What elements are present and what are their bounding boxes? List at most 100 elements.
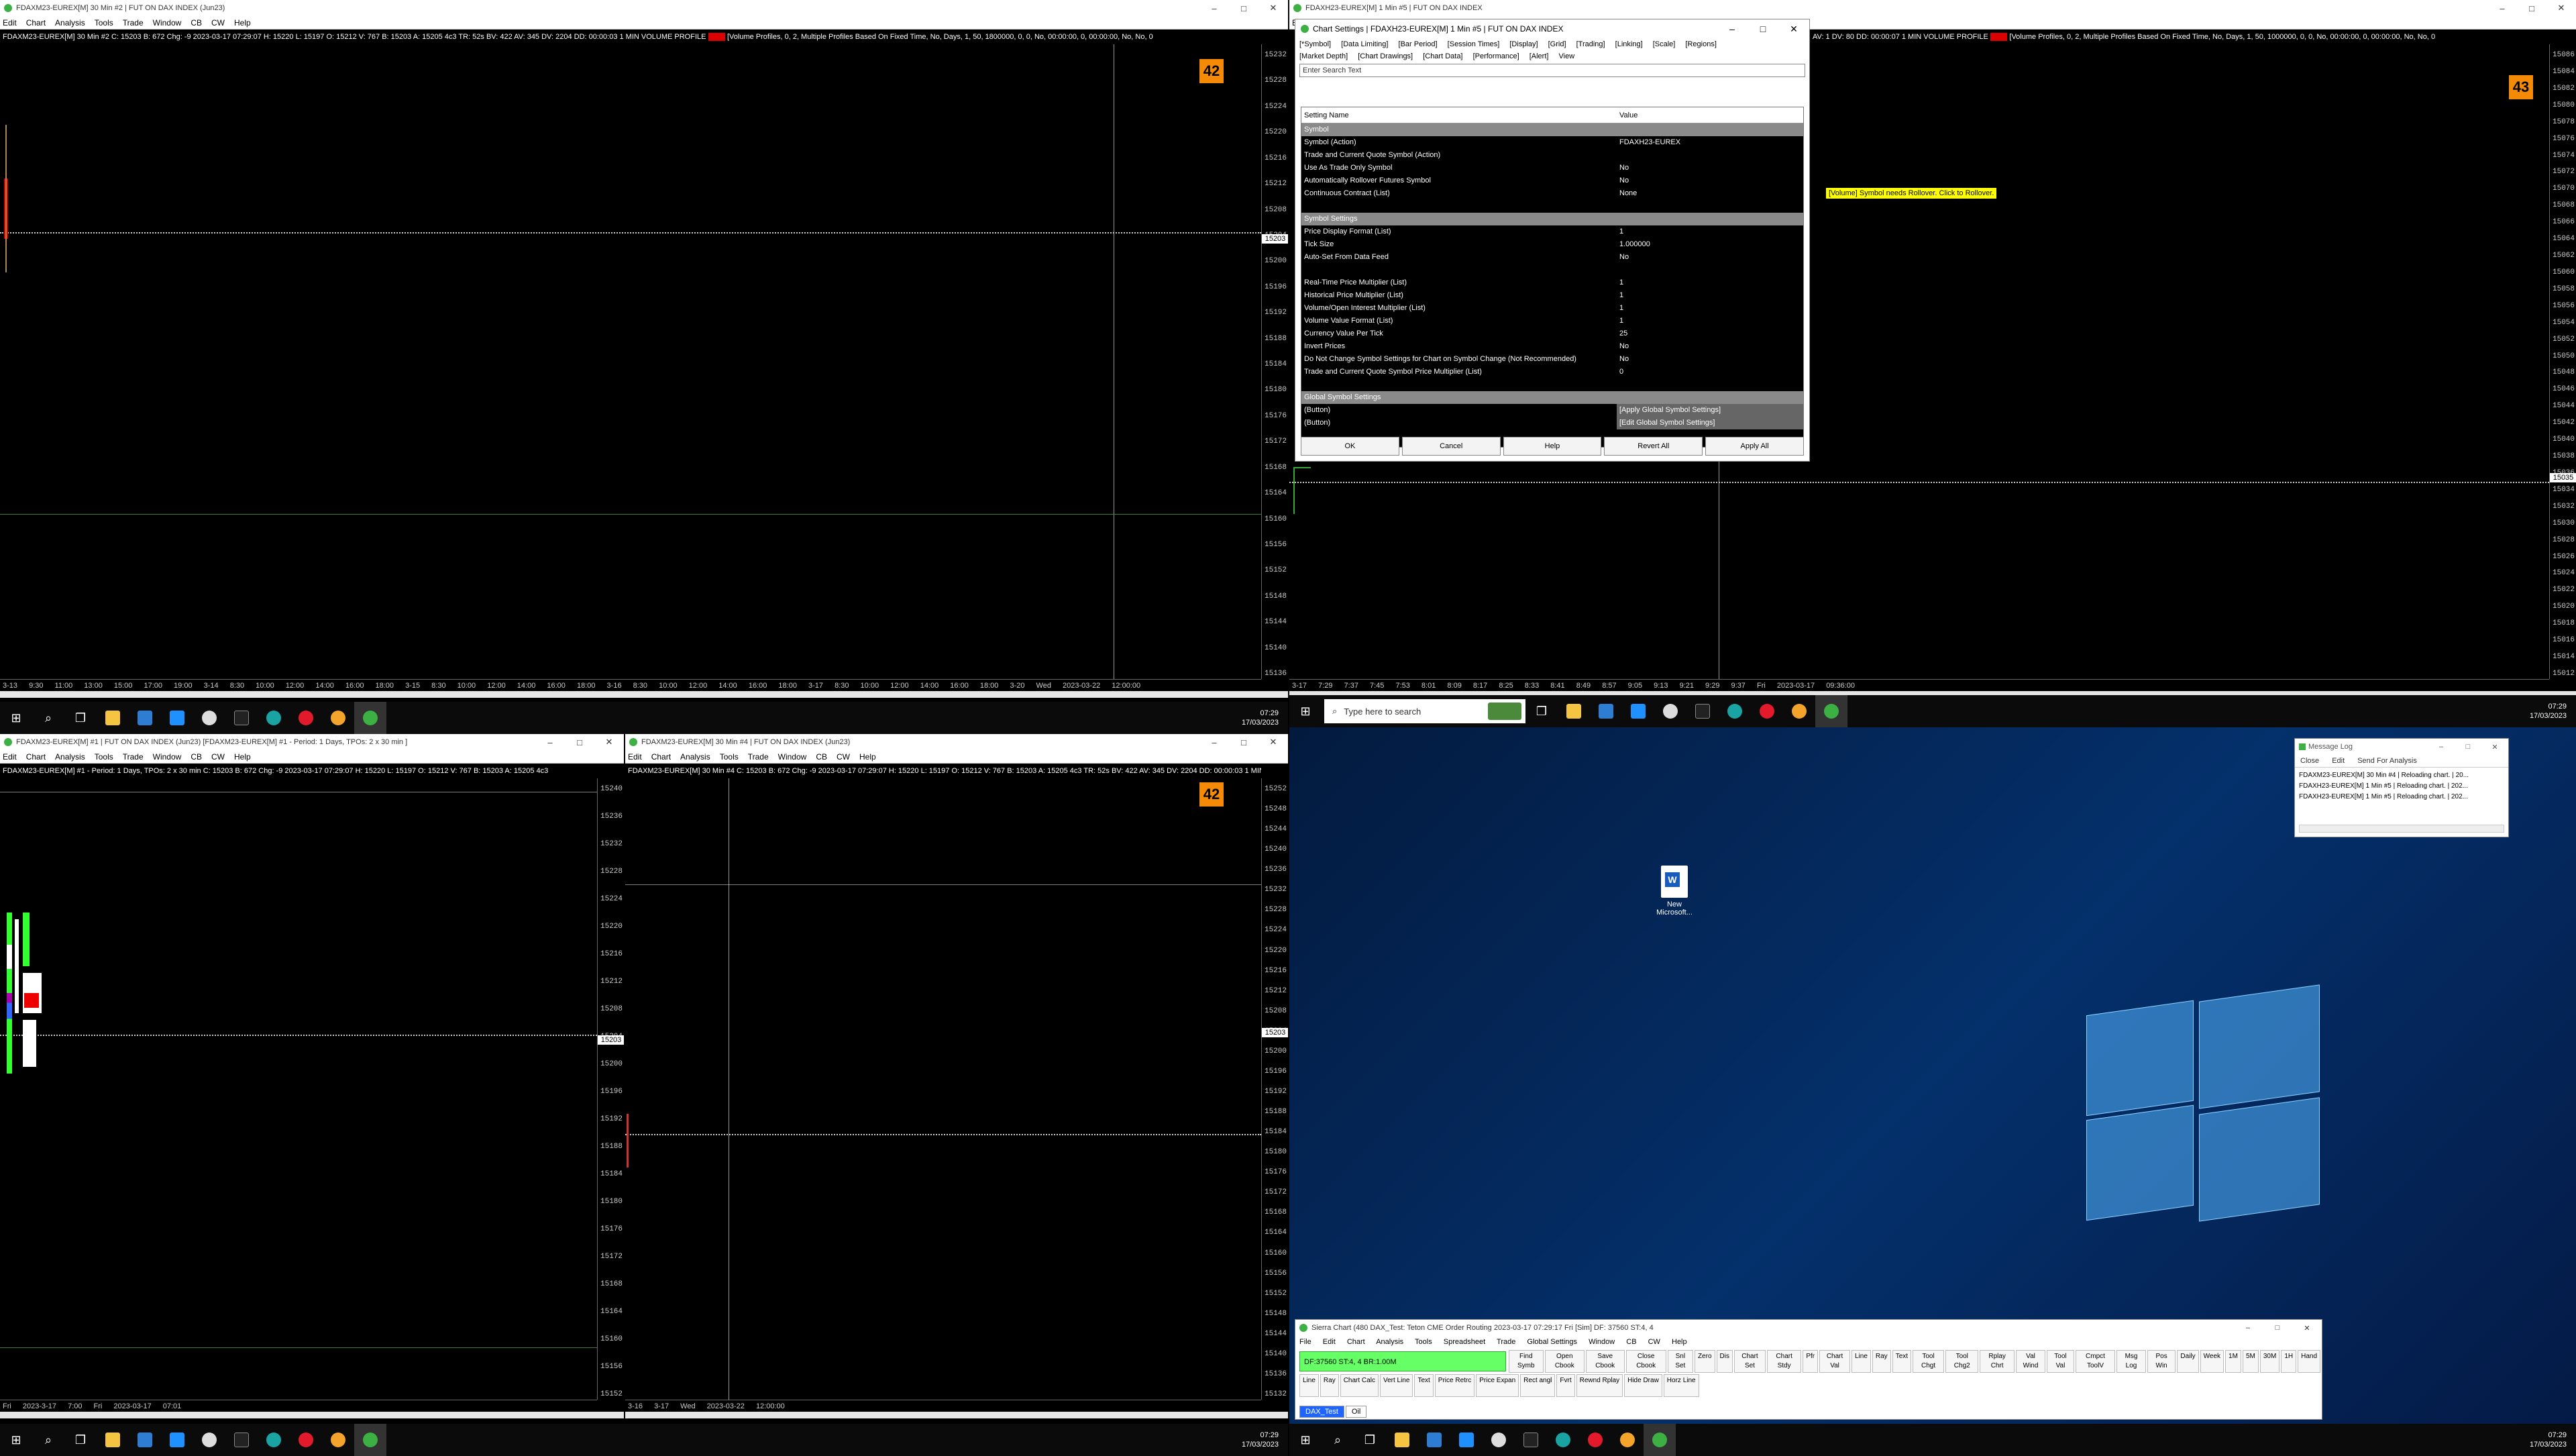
setting-value[interactable]: 1 (1617, 276, 1803, 289)
toolbar-button[interactable]: Snl Set (1667, 1350, 1693, 1373)
toolbar-button[interactable]: Tool Chg2 (1945, 1350, 1979, 1373)
close-icon[interactable]: ✕ (2292, 1324, 2322, 1333)
close-icon[interactable]: ✕ (1258, 3, 1288, 13)
minimize-icon[interactable]: – (2233, 1324, 2263, 1332)
store-icon[interactable] (1590, 695, 1622, 727)
app-icon[interactable] (1783, 695, 1815, 727)
setting-value[interactable] (1617, 378, 1803, 391)
close-icon[interactable]: ✕ (1778, 23, 1809, 35)
file-explorer-icon[interactable] (1558, 695, 1590, 727)
tab-alert[interactable]: [Alert] (1529, 52, 1549, 60)
menu-trade[interactable]: Trade (123, 18, 144, 28)
cancel-button[interactable]: Cancel (1401, 437, 1501, 456)
setting-value[interactable]: 25 (1617, 327, 1803, 340)
sierra-chart-icon[interactable] (354, 702, 386, 734)
setting-value[interactable]: No (1617, 174, 1803, 187)
setting-value[interactable]: [Apply Global Symbol Settings] (1617, 404, 1803, 417)
price-axis[interactable]: 15240 15236 15232 15228 15224 15220 15216 15212… (597, 778, 624, 1400)
app-icon[interactable] (193, 1424, 225, 1456)
app-icon[interactable] (1654, 695, 1686, 727)
setting-value[interactable]: No (1617, 162, 1803, 174)
settings-row[interactable]: Trade and Current Quote Symbol Price Mul… (1301, 366, 1803, 378)
minimize-icon[interactable]: – (1199, 3, 1229, 13)
setting-value[interactable]: 1 (1617, 302, 1803, 315)
setting-value[interactable]: 1 (1617, 225, 1803, 238)
toolbar-button[interactable]: Horz Line (1663, 1374, 1699, 1397)
toolbar-button[interactable]: Tool Chgt (1913, 1350, 1945, 1373)
task-view-icon[interactable]: ❐ (1525, 695, 1558, 727)
menu-analysis[interactable]: Analysis (680, 752, 710, 762)
opera-icon[interactable] (1579, 1424, 1611, 1456)
desktop-word-document[interactable]: New Microsoft... (1656, 866, 1693, 917)
mail-icon[interactable] (161, 702, 193, 734)
task-view-icon[interactable]: ❐ (64, 702, 97, 734)
menu-edit[interactable]: Edit (1323, 1338, 1336, 1346)
settings-row[interactable]: Continuous Contract (List) None (1301, 187, 1803, 200)
setting-value[interactable] (1617, 391, 1803, 404)
close-icon[interactable]: ✕ (2481, 743, 2508, 751)
menu-send-for-analysis[interactable]: Send For Analysis (2357, 757, 2417, 765)
tab-session-times[interactable]: [Session Times] (1448, 40, 1500, 48)
edge-icon[interactable] (258, 1424, 290, 1456)
windows-start-icon[interactable]: ⊞ (1289, 695, 1322, 727)
price-axis[interactable]: 15252 15248 15244 15240 15236 15232 15228 15224… (1261, 778, 1288, 1400)
price-axis[interactable]: 15086 15084 15082 15080 15078 15076 15074 15072… (2549, 44, 2576, 679)
horizontal-scrollbar[interactable] (625, 1412, 1288, 1418)
store-icon[interactable] (129, 1424, 161, 1456)
menu-help[interactable]: Help (859, 752, 876, 762)
tradingview-icon[interactable] (1515, 1424, 1547, 1456)
close-icon[interactable]: ✕ (2546, 3, 2576, 13)
settings-row[interactable]: Historical Price Multiplier (List) 1 (1301, 289, 1803, 302)
toolbar-button[interactable]: 1H (2281, 1350, 2297, 1373)
maximize-icon[interactable]: □ (565, 737, 594, 747)
toolbar-button[interactable]: Price Retrc (1434, 1374, 1475, 1397)
col-value[interactable]: Value (1617, 107, 1638, 123)
menu-chart[interactable]: Chart (1347, 1338, 1365, 1346)
toolbar-button[interactable]: Price Expan (1476, 1374, 1519, 1397)
menu-edit[interactable]: Edit (2332, 757, 2345, 765)
apply-all-button[interactable]: Apply All (1705, 437, 1804, 456)
maximize-icon[interactable]: □ (2517, 3, 2546, 13)
search-icon[interactable]: ⌕ (32, 1424, 64, 1456)
horizontal-scrollbar[interactable] (0, 1412, 624, 1418)
edge-icon[interactable] (1547, 1424, 1579, 1456)
menu-help[interactable]: Help (1672, 1338, 1687, 1346)
setting-value[interactable]: No (1617, 340, 1803, 353)
opera-icon[interactable] (290, 1424, 322, 1456)
chart-plot-area[interactable] (0, 778, 597, 1400)
price-axis[interactable]: 1523215228152241522015216152121520815204… (1261, 44, 1288, 679)
settings-section-header[interactable]: Global Symbol Settings (1301, 391, 1803, 404)
menu-trade[interactable]: Trade (1497, 1338, 1515, 1346)
toolbar-button[interactable]: Text (1414, 1374, 1434, 1397)
tab-scale[interactable]: [Scale] (1653, 40, 1676, 48)
sierra-chart-icon[interactable] (1644, 1424, 1676, 1456)
menu-cw[interactable]: CW (1648, 1338, 1660, 1346)
edge-icon[interactable] (258, 702, 290, 734)
settings-row[interactable] (1301, 378, 1803, 391)
toolbar-button[interactable]: Week (2200, 1350, 2224, 1373)
clock[interactable]: 07:29 17/03/2023 (2530, 1431, 2576, 1449)
toolbar-button[interactable]: Chart Stdy (1766, 1350, 1802, 1373)
task-view-icon[interactable]: ❐ (1354, 1424, 1386, 1456)
maximize-icon[interactable]: □ (1229, 737, 1258, 747)
settings-row[interactable]: Volume/Open Interest Multiplier (List) 1 (1301, 302, 1803, 315)
menu-tools[interactable]: Tools (95, 18, 113, 28)
tab-chart-data[interactable]: [Chart Data] (1423, 52, 1462, 60)
sierra-chart-icon[interactable] (354, 1424, 386, 1456)
tab-view[interactable]: View (1559, 52, 1575, 60)
window-titlebar[interactable]: FDAXH23-EUREX[M] 1 Min #5 | FUT ON DAX I… (1289, 0, 2576, 16)
menu-help[interactable]: Help (234, 752, 251, 762)
task-view-icon[interactable]: ❐ (64, 1424, 97, 1456)
toolbar-button[interactable]: Find Symb (1508, 1350, 1544, 1373)
settings-row[interactable]: Use As Trade Only Symbol No (1301, 162, 1803, 174)
search-icon[interactable]: ⌕ (32, 702, 64, 734)
app-icon[interactable] (1611, 1424, 1644, 1456)
menu-edit[interactable]: Edit (3, 752, 17, 762)
tab-market-depth[interactable]: [Market Depth] (1299, 52, 1348, 60)
col-setting-name[interactable]: Setting Name (1301, 107, 1617, 123)
toolbar-button[interactable]: Daily (2177, 1350, 2199, 1373)
opera-icon[interactable] (1751, 695, 1783, 727)
toolbar-button[interactable]: 30M (2259, 1350, 2280, 1373)
tab-trading[interactable]: [Trading] (1576, 40, 1605, 48)
file-explorer-icon[interactable] (97, 1424, 129, 1456)
